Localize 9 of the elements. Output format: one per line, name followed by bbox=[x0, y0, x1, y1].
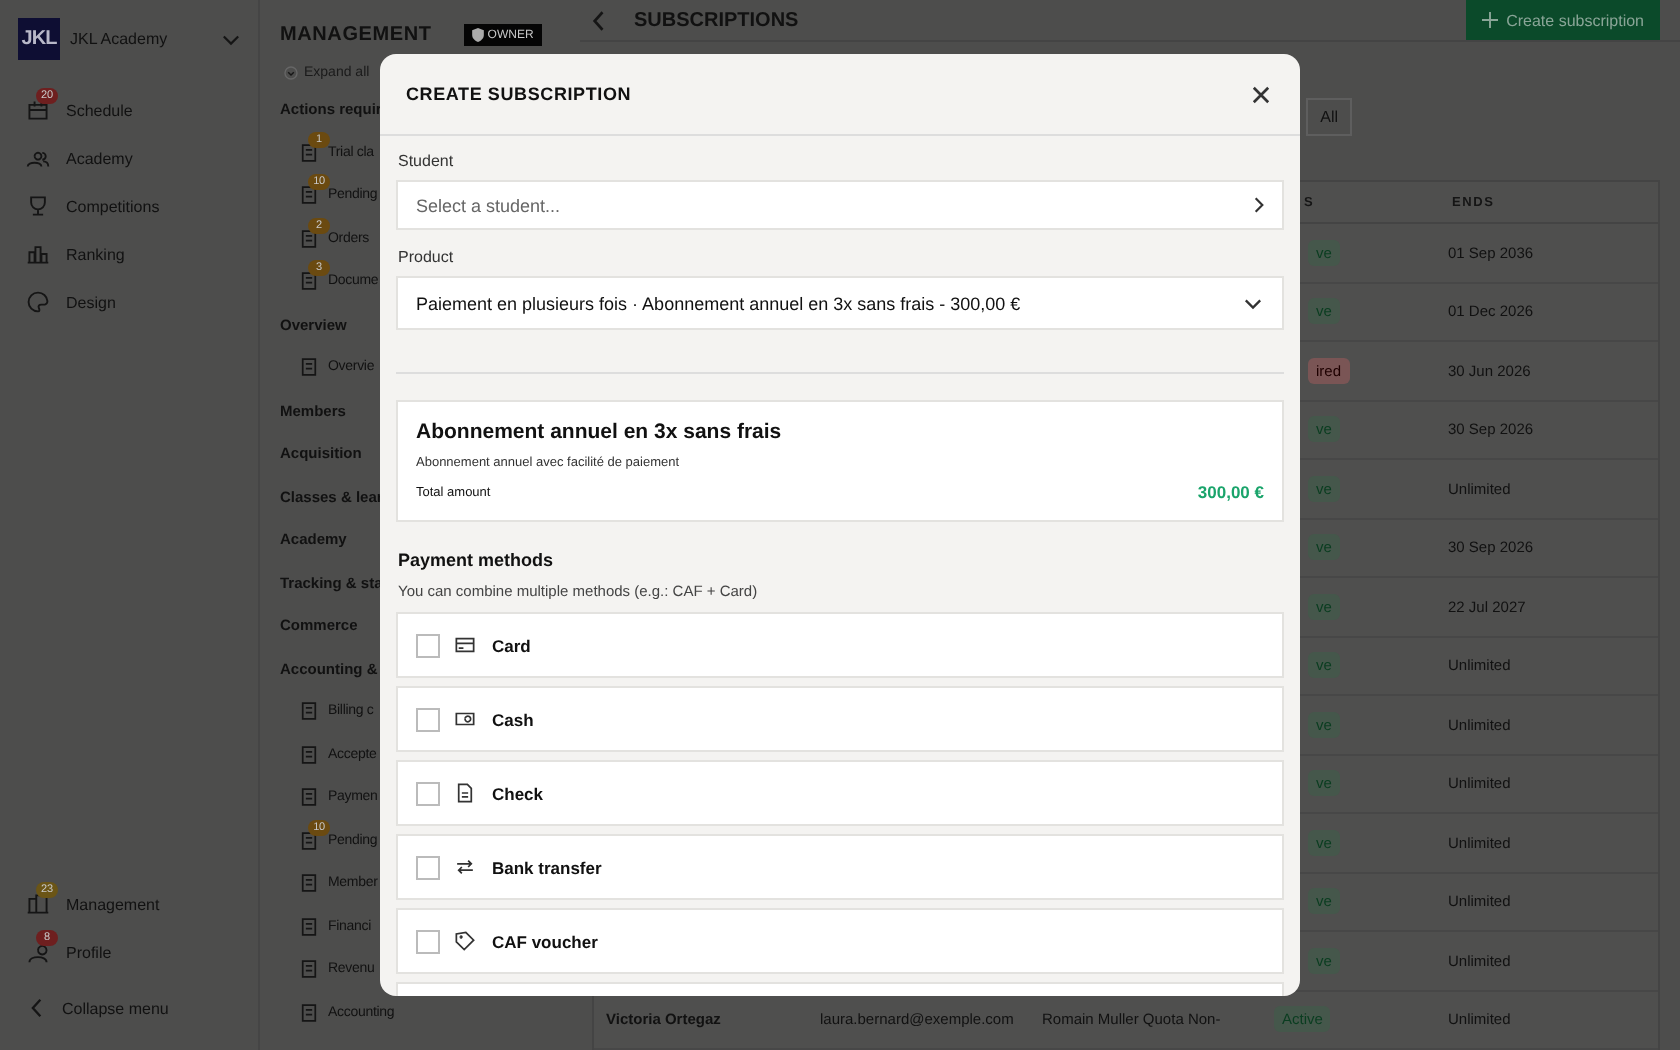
payment-methods-heading: Payment methods bbox=[398, 550, 556, 570]
academy-logo: JKL bbox=[18, 18, 60, 60]
total-amount: 300,00 € bbox=[1197, 482, 1264, 502]
product-title: Abonnement annuel en 3x sans frais bbox=[416, 420, 784, 444]
page-title: SUBSCRIPTIONS bbox=[634, 9, 799, 31]
section-title: MANAGEMENT bbox=[280, 24, 432, 46]
field-label: Student bbox=[398, 152, 456, 170]
dialog-title: CREATE SUBSCRIPTION bbox=[406, 84, 632, 104]
field-label: Product bbox=[398, 248, 456, 266]
